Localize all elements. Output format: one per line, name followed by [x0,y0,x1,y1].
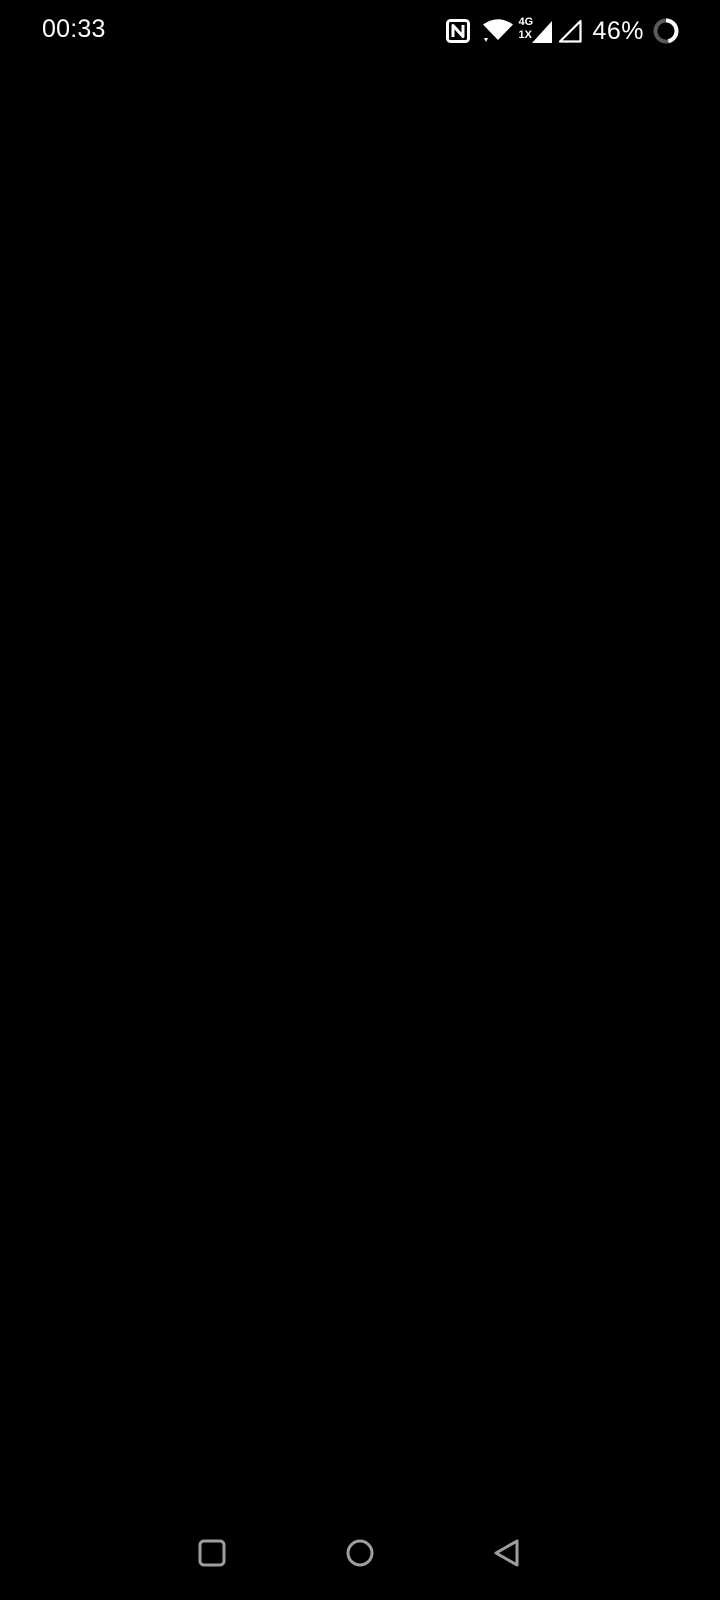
back-icon [494,1539,519,1567]
nfc-icon [446,19,471,43]
battery-ring-icon [652,17,680,45]
recents-button[interactable] [189,1530,235,1576]
wifi-icon [482,18,514,44]
blank-screen-content [0,62,720,1508]
network-type-label: 4G [518,16,534,28]
battery-percent: 46% [592,16,644,45]
cellular-signal-empty-icon [558,19,583,43]
home-icon [346,1539,374,1567]
status-bar: 00:33 4G 1X 46% [0,0,720,62]
status-icons: 4G 1X 46% [446,15,680,47]
home-button[interactable] [337,1530,383,1576]
network-mode-label: 1X [518,29,532,41]
cellular-signal-icon: 4G 1X [518,16,553,45]
recents-icon [198,1539,226,1567]
status-time: 00:33 [42,15,106,43]
back-button[interactable] [484,1530,530,1576]
navigation-bar [0,1508,720,1600]
